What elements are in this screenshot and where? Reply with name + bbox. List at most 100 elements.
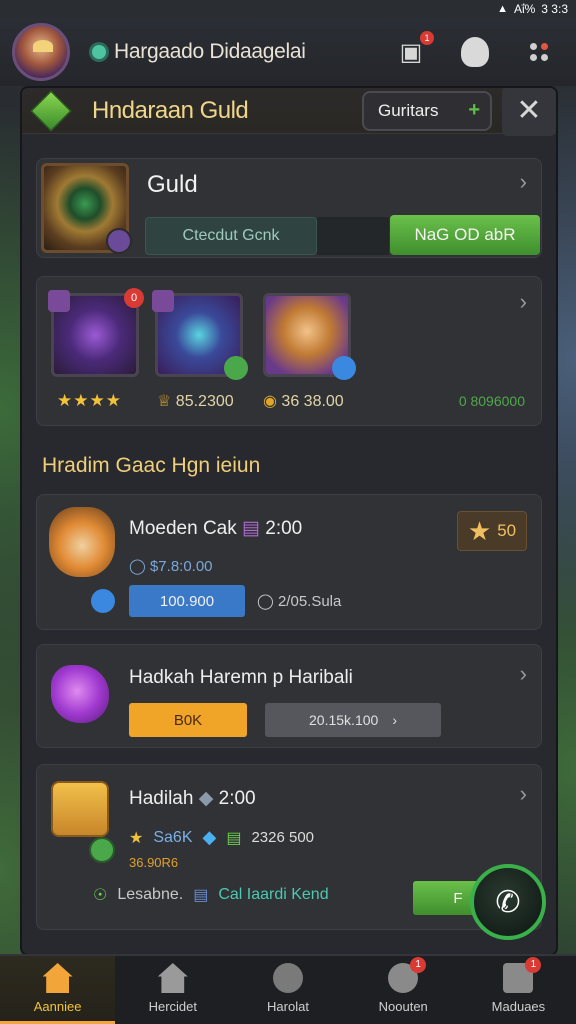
event-2-gray-label: 20.15k.100 <box>309 712 379 728</box>
pin-icon: ☉ <box>93 887 108 904</box>
event-3-location-label: Lesabne. <box>117 886 184 903</box>
event-2-title: Hadkah Haremn p Haribali <box>129 667 353 688</box>
event-1-meta: ◯ 2/05.Sula <box>257 592 341 610</box>
notification-badge: 1 <box>420 31 434 45</box>
nav-label: Hercidet <box>148 999 198 1014</box>
crown-stat: ♕ 85.2300 <box>157 391 234 411</box>
shield-icon[interactable] <box>460 37 490 67</box>
star-reward-value: 50 <box>497 521 517 540</box>
nav-badge: 1 <box>525 957 542 973</box>
event-2-gray-button[interactable]: 20.15k.100 › <box>265 703 441 737</box>
item-tag-icon <box>48 290 70 312</box>
phone-call-fab[interactable]: ✆ <box>470 864 546 940</box>
nav-base[interactable]: Hercidet <box>115 956 230 1024</box>
panel-header: Hndaraan Guld Guritars + ✕ <box>22 88 556 136</box>
list-icon: 1 <box>503 957 542 993</box>
item-alert-badge: 0 <box>124 288 144 308</box>
guild-card[interactable]: Guld › Ctecdut Gcnk NaG OD abR <box>36 158 542 258</box>
green-gem-icon <box>224 356 248 380</box>
event-2-orange-button[interactable]: B0K <box>129 703 247 737</box>
guild-name: Guld <box>147 171 198 198</box>
item-tile-blade[interactable]: 0 <box>48 288 144 377</box>
event-1-meta-text: 2/05.Sula <box>277 593 342 610</box>
close-button[interactable]: ✕ <box>502 88 556 136</box>
nav-home[interactable]: Aanniee <box>0 956 116 1024</box>
emerald-icon <box>30 89 72 132</box>
nav-label: Maduaes <box>491 999 546 1014</box>
event-card-2[interactable]: Hadkah Haremn p Haribali › B0K 20.15k.10… <box>36 644 542 748</box>
player-avatar[interactable] <box>12 23 70 81</box>
nav-battle[interactable]: Harolat <box>230 956 345 1024</box>
bottom-nav: Aanniee Hercidet Harolat 1 Noouten 1 Mad… <box>0 954 576 1024</box>
panel-title: Hndaraan Guld <box>92 96 249 124</box>
event-1-subtitle: ◯ $7.8:0.00 <box>129 557 213 575</box>
section-title: Hradim Gaac Hgn ieiun <box>42 454 261 477</box>
home-icon <box>42 963 73 993</box>
guild-panel: Hndaraan Guld Guritars + ✕ Guld › Ctecdu… <box>22 88 556 954</box>
coin-stat-value: 36 38.00 <box>281 393 344 410</box>
event-1-title: Moeden Cak ▤ 2:00 <box>129 517 302 540</box>
event-3-title: Hadilah ◆ 2:00 <box>129 787 256 810</box>
item-tag-icon <box>152 290 174 312</box>
nav-label: Aanniee <box>33 999 82 1014</box>
sword-icon: ▤ <box>242 518 260 539</box>
crown-icon: ♕ <box>157 393 172 410</box>
treasure-chest-icon <box>51 781 109 837</box>
guild-emblem <box>41 163 132 254</box>
guild-status-empty <box>317 217 389 255</box>
event-3-reward-label: Sa6K <box>153 828 193 846</box>
gem-icon <box>92 45 106 59</box>
menu-grid-icon[interactable] <box>524 37 554 67</box>
coin-icon: ◉ <box>263 393 277 410</box>
star-icon: ★ <box>467 515 492 546</box>
item-tile-shield[interactable] <box>152 290 248 380</box>
green-stat: 0 8096000 <box>458 393 525 409</box>
event-3-title-text: Hadilah <box>129 788 194 809</box>
guild-join-button[interactable]: Guritars + <box>362 90 492 131</box>
camera-icon[interactable]: ▣ 1 <box>396 31 434 67</box>
app-title: Hargaado Didaagelai <box>92 40 306 64</box>
event-1-subtitle-text: $7.8:0.00 <box>149 558 213 575</box>
event-3-location-link[interactable]: Cal Iaardi Kend <box>218 886 328 904</box>
nav-menu[interactable]: 1 Maduaes <box>461 956 576 1024</box>
shield-small-icon: ◆ <box>198 788 214 809</box>
event-1-chip[interactable]: 100.900 <box>129 585 245 617</box>
event-3-extra: 36.90R6 <box>129 855 179 870</box>
nav-badge: 1 <box>410 957 427 973</box>
chevron-right-icon[interactable]: › <box>520 289 527 315</box>
chevron-right-icon[interactable]: › <box>520 781 527 807</box>
event-3-reward-value: 2326 500 <box>251 829 315 846</box>
event-3-time: 2:00 <box>218 788 256 809</box>
guild-status-field: Ctecdut Gcnk <box>145 217 317 255</box>
guild-join-label: Guritars <box>378 100 439 120</box>
nav-label: Noouten <box>378 999 428 1014</box>
chevron-right-icon[interactable]: › <box>520 661 527 687</box>
blue-round-icon <box>91 589 115 613</box>
star-icon: ★ <box>129 829 144 847</box>
rank-badge-icon <box>106 228 132 254</box>
crown-stat-value: 85.2300 <box>175 393 234 410</box>
event-1-title-text: Moeden Cak <box>129 518 237 539</box>
fox-hero-icon <box>49 507 115 577</box>
timer-icon: ◯ <box>257 593 274 610</box>
clock-icon: ◯ <box>129 558 146 575</box>
top-bar: Hargaado Didaagelai ▣ 1 <box>0 18 576 86</box>
scroll-icon: ▤ <box>193 887 209 904</box>
star-reward-chip[interactable]: ★ 50 <box>457 511 527 551</box>
event-3-location: ☉ Lesabne. ▤ Cal Iaardi Kend <box>93 885 329 905</box>
nav-social[interactable]: 1 Noouten <box>346 956 461 1024</box>
status-bar: ▲ Аΐ% 3 3:3 <box>0 0 576 18</box>
event-1-time: 2:00 <box>265 518 303 539</box>
battery-text: Аΐ% <box>513 2 536 16</box>
event-card-3[interactable]: Hadilah ◆ 2:00 › ★ Sa6K ◆ ▤ 2326 500 36.… <box>36 764 542 930</box>
blue-orb-icon <box>332 356 356 380</box>
guild-action-button[interactable]: NaG OD abR <box>390 215 540 255</box>
plus-icon: + <box>468 99 480 121</box>
item-tile-hero[interactable] <box>263 293 356 380</box>
chevron-right-icon[interactable]: › <box>520 169 527 195</box>
diamond-icon: ◆ <box>202 827 217 847</box>
signal-icon: ▲ <box>497 3 508 15</box>
event-card-1[interactable]: Moeden Cak ▤ 2:00 ◯ $7.8:0.00 100.900 ◯ … <box>36 494 542 630</box>
green-sword-icon: ▤ <box>226 829 242 847</box>
crossed-swords-icon <box>273 963 303 993</box>
